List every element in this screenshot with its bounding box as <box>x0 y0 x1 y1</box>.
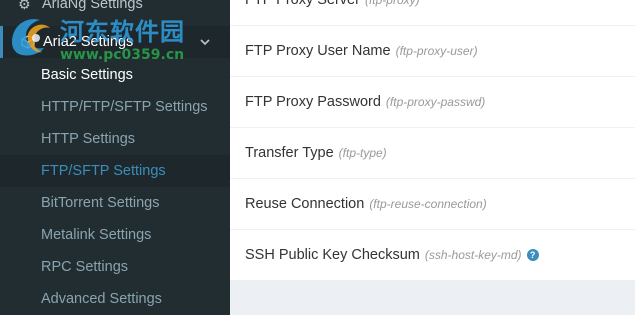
setting-label: Reuse Connection <box>245 196 365 212</box>
sidebar-item-bittorrent-settings[interactable]: BitTorrent Settings <box>0 187 230 219</box>
setting-row-ftp-type[interactable]: Transfer Type (ftp-type) <box>230 128 635 179</box>
settings-panel: FTP Proxy Server (ftp-proxy) FTP Proxy U… <box>230 0 635 281</box>
setting-key: (ftp-proxy-passwd) <box>385 95 486 109</box>
sidebar-item-label: HTTP Settings <box>41 131 136 147</box>
sidebar-item-label: RPC Settings <box>41 259 129 275</box>
sidebar-item-http-ftp-sftp-settings[interactable]: HTTP/FTP/SFTP Settings <box>0 91 230 123</box>
setting-row-ssh-host-key-md[interactable]: SSH Public Key Checksum (ssh-host-key-md… <box>230 230 635 281</box>
setting-key: (ftp-proxy) <box>364 0 420 7</box>
sidebar-item-label: HTTP/FTP/SFTP Settings <box>41 99 208 115</box>
gear-icon: ⚙ <box>18 0 31 12</box>
sidebar-item-label: Metalink Settings <box>41 227 152 243</box>
setting-row-ftp-proxy-user[interactable]: FTP Proxy User Name (ftp-proxy-user) <box>230 26 635 77</box>
setting-label: FTP Proxy Password <box>245 94 381 110</box>
sidebar-item-basic-settings[interactable]: Basic Settings <box>0 59 230 91</box>
setting-label: Transfer Type <box>245 145 334 161</box>
setting-key: (ssh-host-key-md) <box>424 248 522 262</box>
setting-row-ftp-proxy[interactable]: FTP Proxy Server (ftp-proxy) <box>230 0 635 26</box>
setting-key: (ftp-type) <box>338 146 387 160</box>
setting-row-ftp-proxy-passwd[interactable]: FTP Proxy Password (ftp-proxy-passwd) <box>230 77 635 128</box>
sidebar-item-metalink-settings[interactable]: Metalink Settings <box>0 219 230 251</box>
sidebar-item-ftp-sftp-settings[interactable]: FTP/SFTP Settings <box>0 155 230 187</box>
sidebar-item-ariang-settings[interactable]: ⚙ AriaNg Settings <box>0 0 230 18</box>
sidebar-item-rpc-settings[interactable]: RPC Settings <box>0 251 230 283</box>
sidebar-item-label: FTP/SFTP Settings <box>41 163 166 179</box>
sidebar-item-advanced-settings[interactable]: Advanced Settings <box>0 283 230 315</box>
help-icon[interactable]: ? <box>526 249 539 261</box>
setting-label: FTP Proxy Server <box>245 0 360 8</box>
sidebar-item-aria2-settings[interactable]: Aria2 Settings <box>0 26 230 58</box>
main-content: FTP Proxy Server (ftp-proxy) FTP Proxy U… <box>230 0 635 315</box>
chevron-down-icon <box>200 39 210 46</box>
sidebar: ⚙ AriaNg Settings Aria2 Settings Basic S… <box>0 0 230 315</box>
sidebar-item-label: Aria2 Settings <box>43 34 134 50</box>
sidebar-item-label: Advanced Settings <box>41 291 162 307</box>
cube-icon <box>21 35 35 49</box>
sidebar-item-label: AriaNg Settings <box>42 0 143 12</box>
setting-key: (ftp-proxy-user) <box>395 44 478 58</box>
sidebar-item-http-settings[interactable]: HTTP Settings <box>0 123 230 155</box>
sidebar-item-label: Basic Settings <box>41 67 133 83</box>
setting-label: FTP Proxy User Name <box>245 43 391 59</box>
setting-row-ftp-reuse-connection[interactable]: Reuse Connection (ftp-reuse-connection) <box>230 179 635 230</box>
sidebar-item-label: BitTorrent Settings <box>41 195 160 211</box>
setting-label: SSH Public Key Checksum <box>245 247 420 263</box>
setting-key: (ftp-reuse-connection) <box>369 197 487 211</box>
